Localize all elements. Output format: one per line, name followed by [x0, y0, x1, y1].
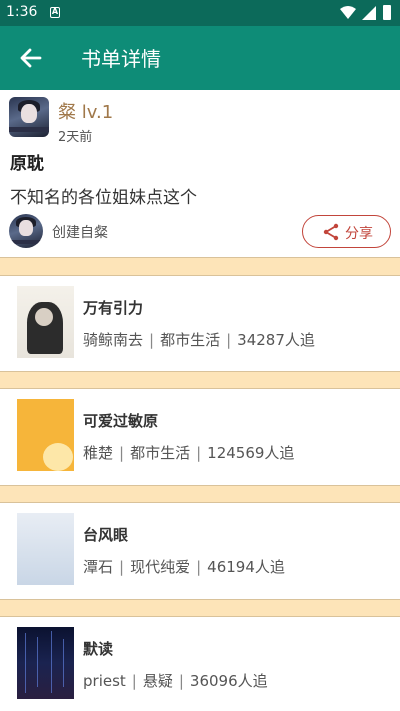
book-meta: 骑鲸南去 | 都市生活 | 34287人追: [83, 331, 315, 349]
booklist-title: 原耽: [10, 154, 44, 174]
page-title: 书单详情: [81, 47, 161, 71]
book-category: 都市生活: [130, 444, 191, 462]
book-followers: 46194人追: [207, 558, 285, 576]
book-cover: [17, 513, 74, 585]
book-meta: priest | 悬疑 | 36096人追: [83, 672, 268, 690]
book-followers: 124569人追: [207, 444, 295, 462]
book-followers: 34287人追: [237, 331, 315, 349]
book-author: 潭石: [83, 558, 114, 576]
book-author: 稚楚: [83, 444, 114, 462]
book-title: 可爱过敏原: [83, 412, 159, 430]
arrow-back-icon[interactable]: [18, 45, 44, 71]
book-item[interactable]: 万有引力 骑鲸南去 | 都市生活 | 34287人追: [0, 276, 400, 371]
status-bar: 1:36 A: [0, 0, 400, 26]
book-title: 万有引力: [83, 299, 144, 317]
booklist-description: 不知名的各位姐妹点这个: [10, 188, 197, 208]
book-author: 骑鲸南去: [83, 331, 144, 349]
book-cover: [17, 627, 74, 699]
share-icon: [323, 223, 339, 241]
book-category: 现代纯爱: [130, 558, 191, 576]
book-meta: 潭石 | 现代纯爱 | 46194人追: [83, 558, 285, 576]
user-avatar[interactable]: [9, 97, 49, 137]
book-item[interactable]: 默读 priest | 悬疑 | 36096人追: [0, 617, 400, 711]
creator-label[interactable]: 创建自粲: [52, 222, 108, 242]
signal-icon: [362, 6, 376, 20]
post-time: 2天前: [58, 130, 93, 145]
share-label: 分享: [345, 226, 373, 242]
book-title: 默读: [83, 640, 114, 658]
section-divider: [0, 485, 400, 503]
book-title: 台风眼: [83, 526, 129, 544]
battery-icon: [383, 5, 391, 20]
book-cover: [17, 286, 74, 358]
status-time: 1:36: [6, 4, 38, 20]
book-item[interactable]: 台风眼 潭石 | 现代纯爱 | 46194人追: [0, 503, 400, 598]
section-divider: [0, 599, 400, 617]
creator-avatar[interactable]: [9, 214, 43, 248]
notification-a-icon: A: [50, 7, 60, 18]
book-item[interactable]: 可爱过敏原 稚楚 | 都市生活 | 124569人追: [0, 389, 400, 484]
wifi-icon: [340, 6, 356, 19]
book-category: 都市生活: [160, 331, 221, 349]
share-button[interactable]: 分享: [302, 215, 391, 248]
section-divider: [0, 257, 400, 276]
book-cover: [17, 399, 74, 471]
user-name[interactable]: 粲 lv.1: [58, 98, 113, 124]
book-followers: 36096人追: [189, 672, 268, 690]
section-divider: [0, 371, 400, 389]
app-bar: 书单详情: [0, 26, 400, 90]
book-author: priest: [83, 672, 126, 690]
book-meta: 稚楚 | 都市生活 | 124569人追: [83, 444, 295, 462]
book-category: 悬疑: [142, 672, 173, 690]
